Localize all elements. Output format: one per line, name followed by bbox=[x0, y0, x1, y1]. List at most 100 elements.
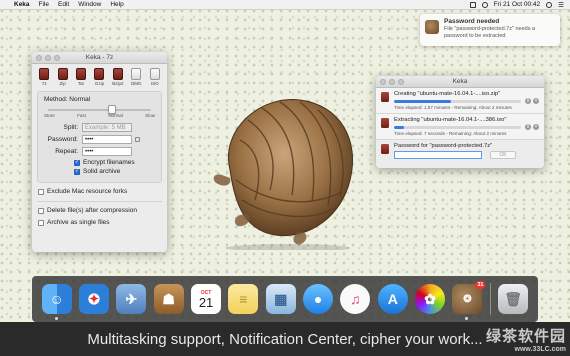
delete-after-compression-checkbox[interactable] bbox=[38, 207, 44, 214]
dock-preview[interactable]: ▦ bbox=[265, 284, 296, 314]
progress-titlebar[interactable]: Keka bbox=[376, 76, 544, 88]
zoom-window-button[interactable] bbox=[54, 55, 60, 61]
trash-icon: 🗑 bbox=[504, 290, 523, 307]
method-label: Method: Normal bbox=[44, 96, 91, 103]
dock-notes[interactable]: ≡ bbox=[228, 284, 259, 314]
archive-icon bbox=[381, 144, 389, 154]
spotlight-icon[interactable] bbox=[546, 1, 553, 8]
archive-icon bbox=[112, 68, 123, 80]
method-slider[interactable] bbox=[48, 105, 151, 114]
battery-icon[interactable] bbox=[469, 1, 476, 8]
method-slider-knob[interactable] bbox=[107, 105, 116, 114]
close-window-button[interactable] bbox=[36, 55, 42, 61]
minimize-window-button[interactable] bbox=[45, 55, 51, 61]
notification-center-icon[interactable]: ☰ bbox=[558, 1, 564, 9]
archive-icon bbox=[94, 68, 105, 80]
method-ticks: Store Fast Normal Slow bbox=[44, 113, 155, 118]
contacts-icon: ☗ bbox=[162, 290, 175, 307]
notification-banner[interactable]: Password needed File "password-protected… bbox=[420, 14, 560, 46]
dock-itunes[interactable]: ♫ bbox=[340, 284, 371, 314]
dock-badge: 31 bbox=[475, 281, 486, 289]
keka-mascot-image bbox=[213, 99, 354, 250]
password-field[interactable]: •••• bbox=[82, 135, 132, 144]
format-zip-button[interactable]: Zip bbox=[56, 68, 70, 86]
dock-contacts[interactable]: ☗ bbox=[153, 284, 184, 314]
watermark-url: www.33LC.com bbox=[514, 346, 566, 353]
dock-app-store[interactable]: A bbox=[377, 284, 408, 314]
archive-single-files-option[interactable]: Archive as single files bbox=[38, 219, 167, 226]
menu-app[interactable]: Keka bbox=[14, 1, 30, 8]
clock[interactable]: Fri 21 Oct 00:42 bbox=[494, 1, 541, 8]
dock-finder[interactable]: ☺ bbox=[41, 284, 72, 320]
dock-mail[interactable]: ✈ bbox=[116, 284, 147, 314]
archive-icon bbox=[381, 118, 389, 128]
encrypt-filenames-option[interactable]: ✓ Encrypt filenames bbox=[74, 159, 155, 166]
archive-single-files-checkbox[interactable] bbox=[38, 219, 44, 226]
notification-title: Password needed bbox=[444, 18, 500, 25]
password-label: Password: bbox=[47, 136, 78, 143]
progress-fill bbox=[394, 100, 452, 103]
exclude-resource-forks-checkbox[interactable] bbox=[38, 188, 44, 195]
split-field[interactable]: Example: 5 MB bbox=[82, 123, 132, 132]
messages-icon: ● bbox=[313, 291, 323, 307]
dock-keka[interactable]: ❂ 31 bbox=[452, 281, 486, 320]
pause-button[interactable]: ‖ bbox=[525, 124, 531, 130]
format-7z-button[interactable]: 7z bbox=[37, 68, 51, 86]
exclude-resource-forks-option[interactable]: Exclude Mac resource forks bbox=[38, 188, 167, 195]
task-status: Time elapsed: 1.57 minutes - Remaining: … bbox=[394, 105, 512, 110]
format-iso-button[interactable]: ISO bbox=[148, 68, 162, 86]
menu-window[interactable]: Window bbox=[78, 1, 101, 8]
photos-icon: ✿ bbox=[424, 290, 436, 307]
format-gzip-button[interactable]: Gzip bbox=[92, 68, 106, 86]
menu-edit[interactable]: Edit bbox=[58, 1, 69, 8]
task-progress-bar bbox=[394, 100, 521, 103]
progress-fill bbox=[394, 126, 405, 129]
solid-archive-checkbox[interactable]: ✓ bbox=[74, 168, 80, 175]
cancel-button[interactable]: × bbox=[533, 124, 539, 130]
extract-password-input[interactable] bbox=[394, 151, 482, 159]
dock-calendar[interactable]: OCT 21 bbox=[191, 284, 222, 314]
task-name: Creating "ubuntu-mate-16.04.1-....iso.zi… bbox=[394, 91, 501, 97]
format-toolbar: 7z Zip Tar Gzip Bzip2 DMG ISO bbox=[32, 64, 167, 87]
wifi-icon[interactable] bbox=[481, 1, 488, 8]
delete-after-compression-option[interactable]: Delete file(s) after compression bbox=[38, 207, 167, 214]
app-store-icon: A bbox=[387, 291, 398, 307]
dock-trash[interactable]: 🗑 bbox=[498, 284, 529, 314]
dock-messages[interactable]: ● bbox=[303, 284, 334, 314]
task-compress: Creating "ubuntu-mate-16.04.1-....iso.zi… bbox=[376, 88, 544, 114]
close-window-button[interactable] bbox=[380, 79, 386, 85]
format-bzip2-button[interactable]: Bzip2 bbox=[111, 68, 125, 86]
disk-image-icon bbox=[131, 68, 142, 80]
archive-icon bbox=[381, 92, 389, 102]
compression-options-panel: Method: Normal Store Fast Normal Slow Sp… bbox=[37, 91, 162, 183]
ok-button[interactable]: OK bbox=[490, 151, 516, 159]
dock-safari[interactable]: ✦ bbox=[79, 284, 110, 314]
task-status: Time elapsed: 7 seconds - Remaining: Abo… bbox=[394, 131, 507, 136]
window-title: Keka - 7z bbox=[85, 54, 114, 61]
solid-archive-option[interactable]: ✓ Solid archive bbox=[74, 168, 155, 175]
lock-icon[interactable] bbox=[135, 137, 140, 142]
password-prompt: Password for "password-protected.7z" OK bbox=[376, 140, 544, 162]
menu-help[interactable]: Help bbox=[110, 1, 123, 8]
notification-body: File "password-protected.7z" needs a pas… bbox=[444, 26, 536, 39]
keka-progress-window: Keka Creating "ubuntu-mate-16.04.1-....i… bbox=[376, 76, 544, 168]
dock-photos[interactable]: ✿ bbox=[415, 284, 446, 314]
keka-titlebar[interactable]: Keka - 7z bbox=[32, 52, 167, 64]
keka-compression-window: Keka - 7z 7z Zip Tar Gzip Bzip2 DMG ISO … bbox=[32, 52, 167, 252]
menu-file[interactable]: File bbox=[39, 1, 49, 8]
format-dmg-button[interactable]: DMG bbox=[129, 68, 143, 86]
watermark-logo-text: 绿茶软件园 bbox=[485, 328, 566, 345]
password-row: Password: •••• bbox=[44, 135, 155, 144]
archive-icon bbox=[57, 68, 68, 80]
watermark: 绿茶软件园 www.33LC.com bbox=[442, 322, 570, 356]
pause-button[interactable]: ‖ bbox=[525, 98, 531, 104]
split-label: Split: bbox=[63, 124, 78, 131]
minimize-window-button[interactable] bbox=[389, 79, 395, 85]
zoom-window-button[interactable] bbox=[398, 79, 404, 85]
format-tar-button[interactable]: Tar bbox=[74, 68, 88, 86]
safari-icon: ✦ bbox=[88, 292, 100, 306]
repeat-password-field[interactable]: •••• bbox=[82, 147, 132, 156]
encrypt-filenames-checkbox[interactable]: ✓ bbox=[74, 159, 80, 166]
dock: ☺ ✦ ✈ ☗ OCT 21 ≡ ▦ ● ♫ A ✿ ❂ 31 🗑 bbox=[32, 276, 538, 322]
cancel-button[interactable]: × bbox=[533, 98, 539, 104]
